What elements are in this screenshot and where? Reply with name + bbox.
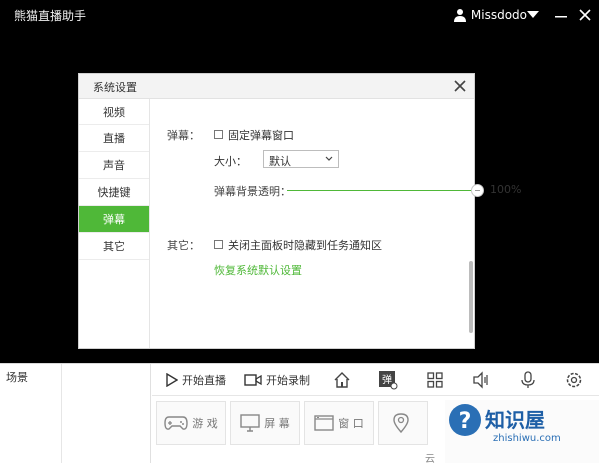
layout-button[interactable] [425, 370, 445, 390]
danmu-icon: 弹 [379, 371, 398, 390]
microphone-button[interactable] [518, 370, 538, 390]
bg-opacity-percent: 100% [490, 183, 522, 196]
bg-opacity-label: 弹幕背景透明： [214, 185, 291, 198]
sidebar-item-audio[interactable]: 声音 [79, 152, 149, 179]
size-select[interactable]: 默认 [263, 150, 339, 168]
sidebar-item-other[interactable]: 其它 [79, 233, 149, 260]
app-window: 熊猫直播助手 Missdodo 系统设置 视频 直播 声音 快捷键 弹幕 其它 … [0, 0, 599, 463]
sidebar-item-label: 弹幕 [103, 213, 125, 226]
watermark-title: 知识屋 [485, 408, 545, 432]
size-label: 大小： [214, 155, 247, 168]
settings-button[interactable] [564, 370, 584, 390]
gamepad-icon [164, 416, 188, 430]
start-record-button[interactable]: 开始录制 [244, 364, 310, 396]
bottom-toolbar: 开始直播 开始录制 弹 [152, 364, 599, 396]
game-source-label: 游 戏 [192, 417, 218, 430]
fix-window-label: 固定弹幕窗口 [228, 129, 294, 142]
sidebar-item-label: 视频 [103, 105, 125, 119]
window-source-label: 窗 口 [338, 417, 364, 430]
add-window-source-button[interactable]: 窗 口 [304, 401, 374, 445]
screen-source-label: 屏 幕 [264, 417, 290, 430]
scene-label: 场景 [6, 371, 28, 384]
size-select-value: 默认 [269, 155, 291, 168]
start-live-button[interactable]: 开始直播 [166, 364, 226, 396]
close-icon [579, 9, 591, 21]
watermark-help-icon: ? [449, 404, 481, 436]
gear-icon [566, 372, 582, 388]
minimize-button[interactable] [552, 6, 570, 24]
volume-button[interactable] [471, 370, 491, 390]
video-camera-icon [244, 374, 262, 386]
restore-defaults-link[interactable]: 恢复系统默认设置 [214, 262, 302, 278]
start-record-label: 开始录制 [266, 374, 310, 387]
svg-text:弹: 弹 [382, 373, 392, 386]
watermark-url: zhishiwu.com [493, 433, 561, 444]
sidebar-item-label: 直播 [103, 132, 125, 145]
home-button[interactable] [332, 370, 352, 390]
scene-divider [61, 364, 62, 463]
bg-opacity-slider-thumb[interactable] [471, 184, 484, 197]
play-icon [166, 373, 178, 387]
bg-opacity-slider-track[interactable] [287, 190, 477, 191]
settings-content: 弹幕： 固定弹幕窗口 大小： 默认 弹幕背景透明： 100% 其它： 关闭主面板… [151, 99, 521, 348]
dialog-header: 系统设置 [79, 74, 474, 99]
settings-dialog: 系统设置 视频 直播 声音 快捷键 弹幕 其它 弹幕： 固定弹幕窗口 大小： 默… [78, 73, 521, 349]
sidebar-item-live[interactable]: 直播 [79, 125, 149, 152]
speaker-icon [473, 371, 488, 389]
username: Missdodo [470, 8, 527, 22]
add-game-source-button[interactable]: 游 戏 [156, 401, 226, 445]
dialog-body: 视频 直播 声音 快捷键 弹幕 其它 弹幕： 固定弹幕窗口 大小： 默认 弹幕背… [79, 99, 521, 348]
user-icon [453, 9, 466, 22]
footer-text: 云 [425, 454, 435, 463]
dropdown-button[interactable] [524, 6, 542, 24]
hide-tray-checkbox[interactable] [214, 240, 223, 249]
home-icon [334, 372, 350, 388]
title-bar: 熊猫直播助手 Missdodo [0, 0, 599, 30]
start-live-label: 开始直播 [182, 374, 226, 387]
svg-text:?: ? [459, 409, 472, 434]
caret-down-icon [527, 11, 539, 18]
app-title: 熊猫直播助手 [14, 9, 87, 23]
danmu-button[interactable]: 弹 [378, 370, 398, 390]
sidebar-item-hotkeys[interactable]: 快捷键 [79, 179, 149, 206]
sidebar-item-danmu[interactable]: 弹幕 [79, 206, 149, 233]
monitor-icon [240, 414, 260, 432]
user-area[interactable]: Missdodo [453, 5, 527, 25]
sidebar-item-label: 快捷键 [97, 186, 131, 199]
settings-sidebar: 视频 直播 声音 快捷键 弹幕 其它 [79, 99, 150, 348]
grid-icon [427, 372, 443, 388]
chevron-down-icon [325, 156, 333, 161]
watermark-logo: ? 知识屋 zhishiwu.com [445, 400, 599, 463]
other-section-label: 其它： [167, 239, 200, 252]
sidebar-item-label: 声音 [103, 159, 125, 172]
hide-tray-label: 关闭主面板时隐藏到任务通知区 [228, 239, 382, 252]
minimize-icon [555, 16, 567, 18]
close-app-button[interactable] [576, 6, 594, 24]
sidebar-item-video[interactable]: 视频 [79, 99, 149, 125]
content-scrollbar[interactable] [469, 261, 473, 333]
sidebar-item-label: 其它 [103, 240, 125, 253]
add-location-source-button[interactable] [378, 401, 428, 445]
location-pin-icon [393, 413, 409, 433]
dialog-close-icon[interactable] [452, 78, 468, 94]
microphone-icon [521, 371, 535, 388]
fix-window-checkbox[interactable] [214, 130, 223, 139]
window-icon [314, 415, 334, 431]
danmu-section-label: 弹幕： [167, 129, 200, 142]
scene-panel: 场景 [0, 364, 151, 463]
add-screen-source-button[interactable]: 屏 幕 [230, 401, 300, 445]
dialog-title: 系统设置 [93, 81, 137, 94]
